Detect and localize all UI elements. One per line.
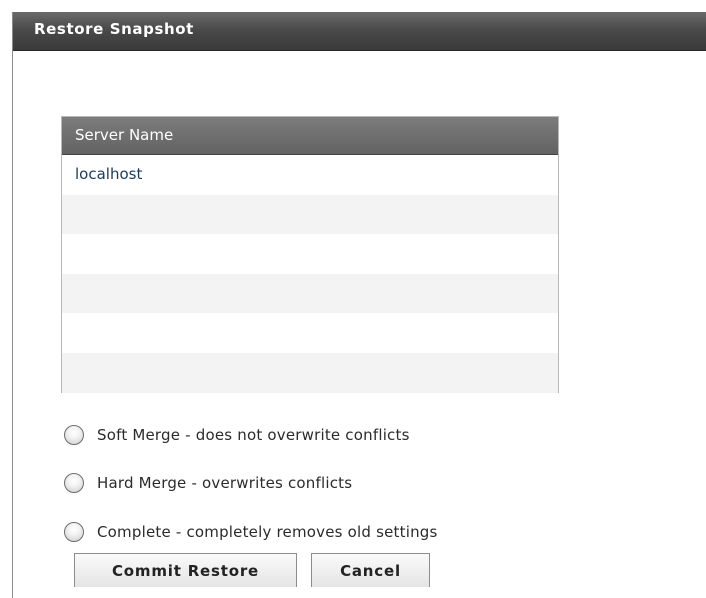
table-row[interactable] xyxy=(62,234,558,274)
soft-merge-radio[interactable] xyxy=(64,425,84,445)
hard-merge-label: Hard Merge - overwrites conflicts xyxy=(97,474,353,492)
complete-option[interactable]: Complete - completely removes old settin… xyxy=(64,519,438,545)
soft-merge-label: Soft Merge - does not overwrite conflict… xyxy=(97,426,410,444)
table-row[interactable]: localhost xyxy=(62,155,558,195)
table-row[interactable] xyxy=(62,273,558,314)
cancel-button[interactable]: Cancel xyxy=(311,553,430,587)
table-row[interactable] xyxy=(62,352,558,393)
table-row[interactable] xyxy=(62,313,558,353)
hard-merge-option[interactable]: Hard Merge - overwrites conflicts xyxy=(64,470,352,496)
table-row[interactable] xyxy=(62,194,558,235)
dialog-titlebar[interactable]: Restore Snapshot xyxy=(13,12,706,51)
complete-radio[interactable] xyxy=(64,522,84,542)
server-table: Server Name localhost xyxy=(61,116,559,393)
complete-label: Complete - completely removes old settin… xyxy=(97,523,438,541)
commit-restore-button[interactable]: Commit Restore xyxy=(74,553,297,587)
soft-merge-option[interactable]: Soft Merge - does not overwrite conflict… xyxy=(64,422,410,448)
hard-merge-radio[interactable] xyxy=(64,473,84,493)
column-header-server-name[interactable]: Server Name xyxy=(62,117,558,155)
dialog-title: Restore Snapshot xyxy=(34,20,194,38)
